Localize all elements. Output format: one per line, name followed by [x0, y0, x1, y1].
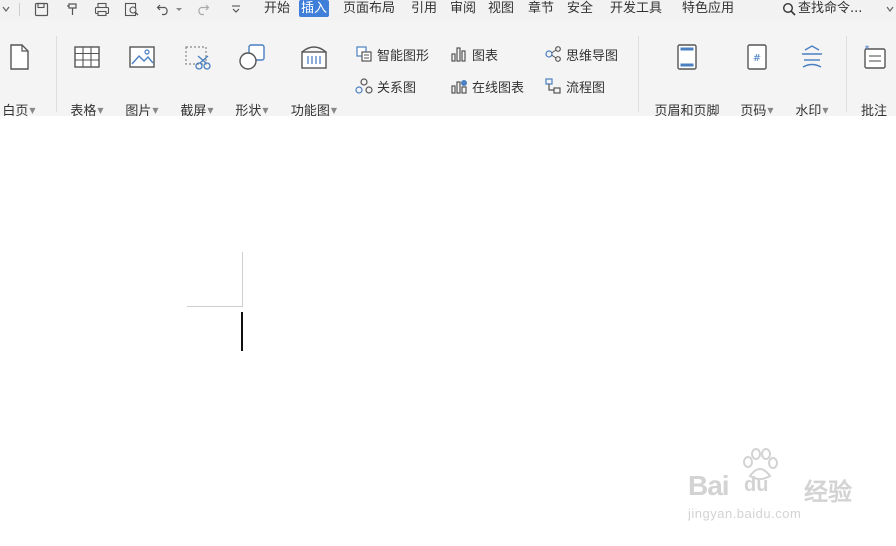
collapse-ribbon-icon[interactable]: [884, 0, 896, 18]
table-button[interactable]: 表格▼: [64, 42, 110, 119]
header-footer-button[interactable]: 页眉和页脚: [648, 42, 726, 119]
smart-art-icon: [356, 46, 372, 62]
function-chart-icon: [301, 46, 327, 69]
tab-insert[interactable]: 插入: [299, 0, 330, 17]
command-search[interactable]: 查找命令...: [782, 0, 862, 17]
smart-art-label: 智能图形: [377, 48, 430, 64]
menu-bar: 开始 插入 页面布局 引用 审阅 视图 章节 安全 开发工具 特色应用 查找命令…: [0, 0, 896, 20]
blank-page-button[interactable]: 白页▼: [0, 42, 44, 119]
watermark-brand-latin: Bai: [688, 470, 730, 501]
tab-start[interactable]: 开始: [262, 0, 292, 17]
online-chart-button[interactable]: 在线图表: [450, 76, 524, 96]
flowchart-icon: [545, 78, 561, 94]
chart-button[interactable]: 图表: [450, 44, 498, 64]
redo-icon[interactable]: [193, 0, 211, 18]
shape-icon: [239, 44, 265, 70]
tab-chapter[interactable]: 章节: [526, 0, 556, 17]
watermark-url: jingyan.baidu.com: [688, 506, 802, 521]
flowchart-label: 流程图: [566, 80, 606, 96]
header-footer-icon: [677, 44, 697, 70]
print-icon[interactable]: [92, 0, 112, 18]
bar-chart-icon: [451, 47, 466, 62]
ribbon-divider: [846, 36, 847, 112]
undo-icon[interactable]: [154, 0, 172, 18]
table-icon: [74, 46, 100, 68]
tab-page-layout[interactable]: 页面布局: [341, 0, 397, 17]
watermark-button[interactable]: 水印▼: [788, 42, 836, 119]
tab-review[interactable]: 审阅: [448, 0, 478, 17]
svg-text:#: #: [753, 53, 761, 64]
watermark-icon: [802, 45, 822, 68]
toolbar-divider: [19, 3, 20, 16]
ribbon-divider: [56, 36, 57, 112]
ribbon-divider: [638, 36, 639, 112]
margin-marker-vertical: [242, 252, 243, 307]
shape-button[interactable]: 形状▼: [228, 42, 276, 119]
flowchart-button[interactable]: 流程图: [544, 76, 605, 96]
text-cursor: [241, 312, 243, 351]
mind-map-button[interactable]: 思维导图: [544, 44, 618, 64]
page-number-button[interactable]: # 页码▼: [734, 42, 780, 119]
command-search-label: 查找命令...: [798, 1, 863, 16]
smart-art-button[interactable]: 智能图形: [355, 44, 429, 64]
online-chart-label: 在线图表: [472, 80, 525, 96]
search-icon: [782, 2, 796, 16]
tab-view[interactable]: 视图: [486, 0, 516, 17]
watermark-brand-cn: 经验: [804, 479, 852, 506]
online-chart-icon: [451, 80, 467, 94]
format-painter-icon[interactable]: [62, 0, 82, 18]
save-icon[interactable]: [31, 0, 51, 18]
baidu-jingyan-watermark: Bai du 经验 jingyan.baidu.com: [686, 448, 856, 528]
relation-chart-icon: [355, 78, 373, 94]
svg-text:*: *: [865, 44, 870, 55]
screenshot-icon: [185, 46, 211, 70]
mind-map-icon: [545, 46, 561, 62]
undo-dropdown-icon[interactable]: [173, 0, 185, 18]
comment-icon: *: [864, 44, 886, 69]
mind-map-label: 思维导图: [566, 48, 619, 64]
screenshot-button[interactable]: 截屏▼: [173, 42, 221, 119]
comment-button[interactable]: * 批注: [852, 42, 896, 119]
picture-button[interactable]: 图片▼: [118, 42, 166, 119]
margin-marker-horizontal: [187, 306, 243, 307]
relation-chart-button[interactable]: 关系图: [355, 76, 416, 96]
tab-developer-tools[interactable]: 开发工具: [608, 0, 664, 17]
print-preview-icon[interactable]: [122, 0, 142, 18]
tab-references[interactable]: 引用: [409, 0, 439, 17]
chart-label: 图表: [472, 48, 499, 64]
tab-security[interactable]: 安全: [565, 0, 595, 17]
customize-toolbar-icon[interactable]: [227, 0, 245, 18]
function-chart-button[interactable]: 功能图▼: [284, 42, 344, 119]
relation-chart-label: 关系图: [377, 80, 417, 96]
page-number-icon: #: [747, 44, 767, 70]
blank-page-icon: [10, 44, 29, 70]
tab-special-apps[interactable]: 特色应用: [680, 0, 736, 17]
picture-icon: [129, 46, 155, 68]
watermark-brand-du: du: [744, 474, 769, 496]
chevron-down-icon[interactable]: [0, 0, 12, 18]
